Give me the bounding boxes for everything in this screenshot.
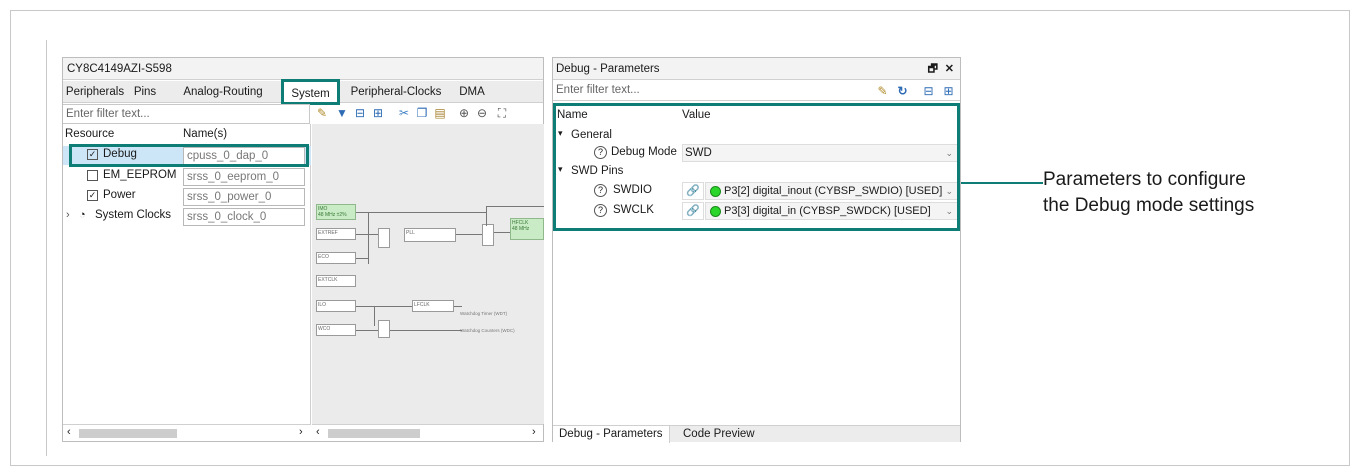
hfclk-block[interactable]: HFCLK 48 MHz xyxy=(510,218,544,240)
mux-2 xyxy=(482,224,494,246)
resource-label: Power xyxy=(103,189,136,201)
wire xyxy=(390,330,462,331)
device-pane: CY8C4149AZI-S598 Peripherals Pins Analog… xyxy=(62,57,544,442)
scroll-right-icon[interactable]: › xyxy=(532,426,536,438)
tab-system[interactable]: System xyxy=(281,79,340,105)
wire xyxy=(454,306,462,307)
eraser-icon[interactable]: ✎ xyxy=(876,85,889,98)
scroll-thumb[interactable] xyxy=(328,429,420,438)
wco-block[interactable]: WCO xyxy=(316,324,356,336)
debug-pane-header: Debug - Parameters 🗗 ✕ xyxy=(553,58,960,80)
tab-code-preview[interactable]: Code Preview xyxy=(677,426,761,443)
eraser-icon[interactable]: ✎ xyxy=(315,106,329,120)
resource-row-system-clocks[interactable]: › ◔ System Clocks srss_0_clock_0 xyxy=(63,207,311,226)
callout-line xyxy=(961,182,1043,184)
resource-filter-input[interactable]: Enter filter text... xyxy=(63,104,310,124)
tab-debug-parameters[interactable]: Debug - Parameters xyxy=(553,426,670,443)
resource-tree: Resource Name(s) ✓ Debug cpuss_0_dap_0 E… xyxy=(63,124,311,424)
mux-1 xyxy=(378,228,390,248)
resource-name-field[interactable]: srss_0_power_0 xyxy=(183,188,305,206)
zoom-in-icon[interactable]: ⊕ xyxy=(457,106,471,120)
debug-row-highlight xyxy=(69,144,309,167)
bottom-tabs: Debug - Parameters Code Preview xyxy=(553,425,960,443)
tab-dma[interactable]: DMA xyxy=(451,81,493,103)
em-eeprom-checkbox[interactable] xyxy=(87,170,98,181)
wdc-note: Watchdog Counters (WDC) xyxy=(460,328,515,333)
pll-block[interactable]: PLL xyxy=(404,228,456,242)
tab-analog-routing[interactable]: Analog-Routing xyxy=(165,81,281,103)
collapse-all-icon[interactable]: ⊟ xyxy=(922,85,935,98)
scroll-thumb[interactable] xyxy=(79,429,177,438)
filter-icon[interactable]: ▼ xyxy=(335,106,349,120)
resource-column-header: Resource xyxy=(65,128,115,140)
cut-icon[interactable]: ✂ xyxy=(397,106,411,120)
float-window-icon[interactable]: 🗗 xyxy=(928,58,938,80)
wire xyxy=(368,212,369,264)
wire xyxy=(456,234,482,235)
resource-label: System Clocks xyxy=(95,209,172,221)
callout-text: Parameters to configure the Debug mode s… xyxy=(1043,167,1254,219)
imo-freq: 48 MHz ±2% xyxy=(318,212,347,218)
diagram-scrollbar[interactable]: ‹ › xyxy=(312,424,543,441)
wire xyxy=(356,258,368,259)
debug-parameters-pane: Debug - Parameters 🗗 ✕ Enter filter text… xyxy=(552,57,961,443)
tab-peripherals[interactable]: Peripherals xyxy=(65,81,125,103)
diagram-toolbar: ✎ ▼ ⊟ ⊞ ✂ ❐ ▤ ⊕ ⊖ ⛶ xyxy=(313,104,543,124)
power-checkbox[interactable]: ✓ xyxy=(87,190,98,201)
clock-icon: ◔ xyxy=(79,209,86,221)
device-title: CY8C4149AZI-S598 xyxy=(63,58,543,80)
names-column-header: Name(s) xyxy=(183,128,228,140)
copy-icon[interactable]: ❐ xyxy=(415,106,429,120)
debug-pane-title: Debug - Parameters xyxy=(556,63,660,75)
tab-peripheral-clocks[interactable]: Peripheral-Clocks xyxy=(341,81,451,103)
resource-row-em-eeprom[interactable]: EM_EEPROM srss_0_eeprom_0 xyxy=(63,167,311,186)
wire xyxy=(356,234,378,235)
wdt-note: Watchdog Timer (WDT) xyxy=(460,311,508,316)
scroll-left-icon[interactable]: ‹ xyxy=(316,426,320,438)
tab-pins[interactable]: Pins xyxy=(127,81,163,103)
expand-all-icon[interactable]: ⊞ xyxy=(942,85,955,98)
resource-name-field[interactable]: srss_0_clock_0 xyxy=(183,208,305,226)
wire xyxy=(356,212,486,213)
collapse-all-icon[interactable]: ⊟ xyxy=(353,106,367,120)
paste-icon[interactable]: ▤ xyxy=(433,106,447,120)
extclk-block[interactable]: EXTCLK xyxy=(316,275,356,287)
wire xyxy=(486,206,487,226)
wire xyxy=(356,330,378,331)
margin-line xyxy=(46,40,47,456)
imo-block[interactable]: IMO 48 MHz ±2% xyxy=(316,204,356,220)
zoom-fit-icon[interactable]: ⛶ xyxy=(495,106,509,120)
zoom-out-icon[interactable]: ⊖ xyxy=(475,106,489,120)
tree-scrollbar[interactable]: ‹ › xyxy=(63,424,311,441)
clock-diagram: IMO 48 MHz ±2% EXTREF PLL HFCLK 48 MHz ECO… xyxy=(312,124,544,424)
wire xyxy=(356,306,412,307)
extref-block[interactable]: EXTREF xyxy=(316,228,356,240)
ilo-block[interactable]: ILO xyxy=(316,300,356,312)
parameters-highlight xyxy=(553,103,960,231)
close-icon[interactable]: ✕ xyxy=(945,58,954,80)
scroll-left-icon[interactable]: ‹ xyxy=(67,426,71,438)
callout-line-2: the Debug mode settings xyxy=(1043,195,1255,216)
device-tabs: Peripherals Pins Analog-Routing System P… xyxy=(63,79,543,105)
hfclk-freq: 48 MHz xyxy=(512,226,530,232)
wire xyxy=(486,206,544,207)
wire xyxy=(374,306,375,326)
resource-name-field[interactable]: srss_0_eeprom_0 xyxy=(183,168,305,186)
scroll-right-icon[interactable]: › xyxy=(299,426,303,438)
expand-all-icon[interactable]: ⊞ xyxy=(371,106,385,120)
wire xyxy=(494,232,510,233)
resource-row-power[interactable]: ✓ Power srss_0_power_0 xyxy=(63,187,311,206)
resource-label: EM_EEPROM xyxy=(103,169,177,181)
refresh-icon[interactable]: ↻ xyxy=(896,85,909,98)
expand-chevron-icon[interactable]: › xyxy=(66,209,70,221)
lfclk-block[interactable]: LFCLK xyxy=(412,300,454,312)
callout-line-1: Parameters to configure xyxy=(1043,169,1246,190)
eco-block[interactable]: ECO xyxy=(316,252,356,264)
mux-3 xyxy=(378,320,390,338)
